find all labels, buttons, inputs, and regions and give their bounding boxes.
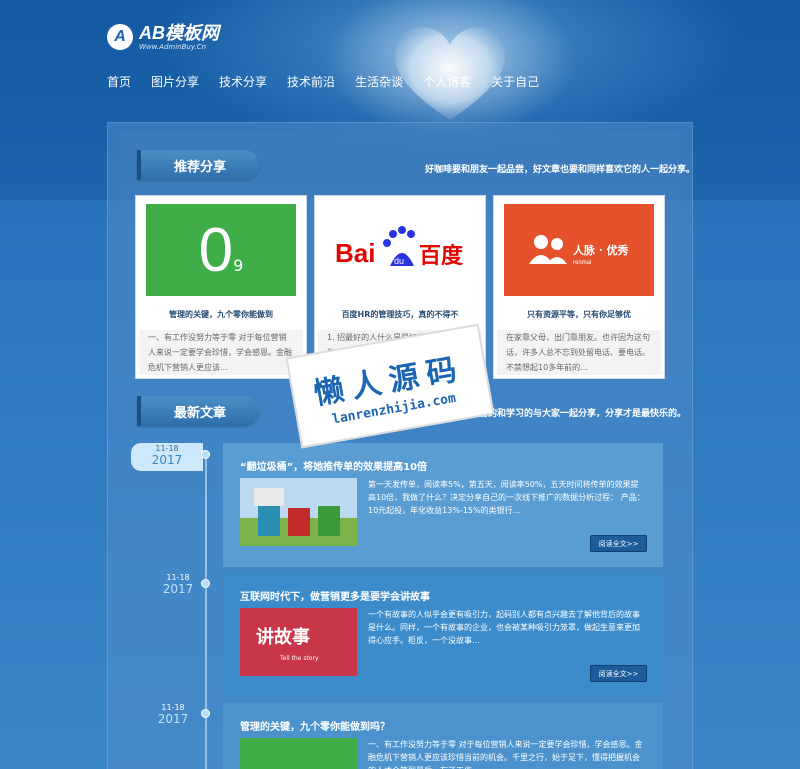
article-image-recycle-bins xyxy=(240,478,357,546)
card-image-zero: 0 9 xyxy=(146,204,296,296)
recommend-section-desc: 好咖啡要和朋友一起品尝，好文章也要和同样喜欢它的人一起分享。 xyxy=(425,165,696,175)
nav-item-frontier[interactable]: 技术前沿 xyxy=(287,73,335,90)
site-logo[interactable]: A AB模板网 Www.AdminBuy.Cn xyxy=(107,22,219,52)
article-title[interactable]: “翻垃圾桶”，将她推传单的效果提高10倍 xyxy=(240,458,427,473)
card-title[interactable]: 管理的关键，九个零你能做到 xyxy=(139,309,303,320)
card-excerpt: 一、有工作没努力等于零 对于每位营销人来说一定要学会珍惜，学会感恩。金融危机下营… xyxy=(139,330,303,375)
article-title[interactable]: 互联网时代下，做营销更多是要学会讲故事 xyxy=(240,588,430,603)
card-image-baidu: Bai du 百度 xyxy=(325,204,475,296)
nav-item-images[interactable]: 图片分享 xyxy=(151,73,199,90)
article-excerpt: 一、有工作没努力等于零 对于每位营销人来说一定要学会珍惜，学会感恩。金融危机下营… xyxy=(368,740,643,769)
timeline-date-active: 11-18 2017 xyxy=(131,443,203,471)
svg-text:renmai: renmai xyxy=(573,260,591,266)
main-nav: 首页 图片分享 技术分享 技术前沿 生活杂谈 个人博客 关于自己 xyxy=(107,73,559,90)
article-item[interactable]: 管理的关键，九个零你能做到吗？ 一、有工作没努力等于零 对于每位营销人来说一定要… xyxy=(223,703,663,769)
timeline-line xyxy=(205,452,207,769)
card-excerpt: 在家靠父母，出门靠朋友。也许因为这句话，许多人总不忘到处留电话、要电话。不禁想起… xyxy=(497,330,661,375)
recommend-section-tab: 推荐分享 xyxy=(137,150,259,180)
svg-text:du: du xyxy=(394,256,404,266)
nav-item-tech[interactable]: 技术分享 xyxy=(219,73,267,90)
nav-item-blog[interactable]: 个人博客 xyxy=(423,73,471,90)
read-more-button[interactable]: 阅读全文>> xyxy=(590,535,647,552)
baidu-logo-icon: Bai du 百度 xyxy=(335,226,464,269)
article-item[interactable]: “翻垃圾桶”，将她推传单的效果提高10倍 第一天发传单，阅读率5%，第五天，阅读… xyxy=(223,443,663,567)
logo-mark-icon: A xyxy=(107,24,133,50)
people-icon: 人脉 · 优秀 renmai xyxy=(529,235,629,266)
timeline-dot xyxy=(201,450,210,459)
article-image-story: 讲故事 Tell the story xyxy=(240,608,357,676)
card-image-renmai: 人脉 · 优秀 renmai xyxy=(504,204,654,296)
svg-text:人脉 · 优秀: 人脉 · 优秀 xyxy=(573,243,629,257)
latest-section-tab: 最新文章 xyxy=(137,396,259,426)
nav-item-about[interactable]: 关于自己 xyxy=(491,73,539,90)
svg-text:Bai: Bai xyxy=(335,238,375,268)
recommend-card[interactable]: 0 9 管理的关键，九个零你能做到 一、有工作没努力等于零 对于每位营销人来说一… xyxy=(136,196,306,378)
read-more-button[interactable]: 阅读全文>> xyxy=(590,665,647,682)
card-title[interactable]: 只有资源平等，只有你足够优 xyxy=(497,309,661,320)
logo-title: AB模板网 xyxy=(139,22,219,43)
svg-text:百度: 百度 xyxy=(419,243,464,269)
timeline-date: 11-18 2017 xyxy=(162,573,194,596)
nav-item-home[interactable]: 首页 xyxy=(107,73,131,90)
logo-subtitle: Www.AdminBuy.Cn xyxy=(139,42,206,51)
cloud-heart-image xyxy=(395,27,505,121)
article-title[interactable]: 管理的关键，九个零你能做到吗？ xyxy=(240,718,390,733)
article-excerpt: 一个有故事的人似乎会更有吸引力，起码别人都有点兴趣去了解他背后的故事是什么。同样… xyxy=(368,610,640,645)
article-excerpt: 第一天发传单，阅读率5%，第五天，阅读率50%，五天时间将传单的效果提高10倍，… xyxy=(368,480,645,515)
recommend-card[interactable]: 人脉 · 优秀 renmai 只有资源平等，只有你足够优 在家靠父母，出门靠朋友… xyxy=(494,196,664,378)
nav-item-life[interactable]: 生活杂谈 xyxy=(355,73,403,90)
article-item[interactable]: 互联网时代下，做营销更多是要学会讲故事 讲故事 Tell the story 一… xyxy=(223,573,663,697)
timeline-dot xyxy=(201,709,210,718)
card-title[interactable]: 百度HR的管理技巧，真的不得不 xyxy=(318,309,482,320)
timeline-dot xyxy=(201,579,210,588)
timeline-date: 11-18 2017 xyxy=(157,703,189,726)
article-image-zero xyxy=(240,738,357,769)
